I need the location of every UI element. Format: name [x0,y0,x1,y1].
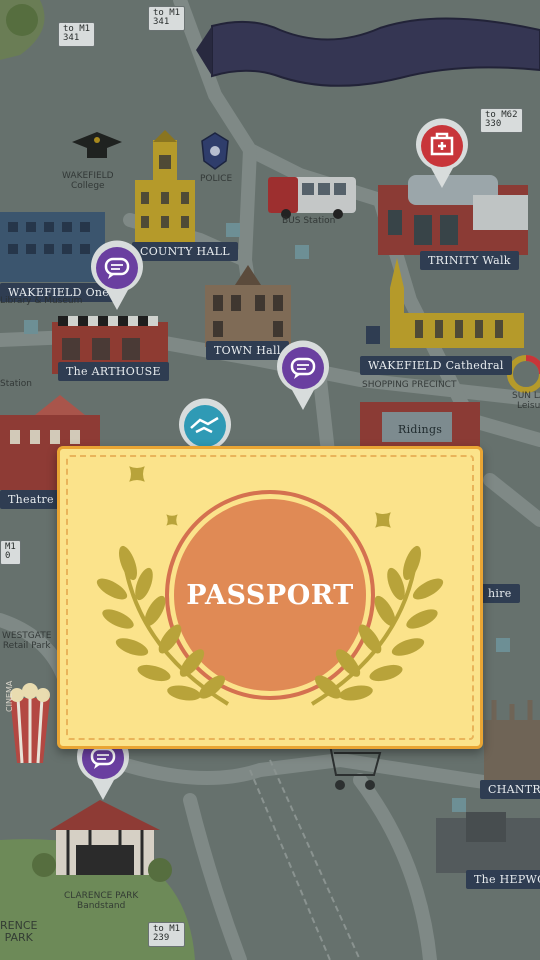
label-shire: hire [480,584,520,603]
caption-rence-park: RENCE PARK [0,919,38,945]
label-arthouse: The ARTHOUSE [58,362,169,381]
map-pin-chat-wakefield-one[interactable] [88,240,146,312]
caption-police: POLICE [200,174,233,184]
sparkle-icon [375,512,391,528]
caption-westgate: WESTGATE Retail Park [2,631,52,651]
label-trinity-walk: TRINITY Walk [420,251,519,270]
caption-station: Station [0,379,32,389]
label-theatre: Theatre [0,490,62,509]
caption-library-museum: Library & Museum [0,296,83,306]
caption-bandstand: CLARENCE PARK Bandstand [64,891,139,911]
label-cathedral: WAKEFIELD Cathedral [360,356,512,375]
caption-shopping: SHOPPING PRECINCT [362,380,457,390]
sign-m1-top: to M1 341 [148,6,186,31]
label-county-hall: COUNTY HALL [132,242,238,261]
label-chantry: CHANTRY [480,780,540,799]
sparkle-icon [166,514,178,526]
sign-m62: to M62 330 [480,108,523,133]
passport-title: PASSPORT [186,580,354,611]
caption-sun-lane: SUN LA Leisu [512,391,540,411]
map-pin-shop-trinity[interactable] [413,118,471,190]
sign-m1-left: to M1 341 [58,22,96,47]
sparkle-icon [129,466,145,482]
map-pin-chat-town-hall[interactable] [274,340,332,412]
label-ridings: Ridings [398,423,443,436]
passport-card[interactable]: PASSPORT [57,446,483,749]
caption-college: WAKEFIELD College [62,171,114,191]
sign-m1-mid: M1 0 [0,540,21,565]
caption-bus-station: BUS Station [282,216,336,226]
label-hepworth: The HEPWO [466,870,540,889]
sign-m1-bottom: to M1 239 [148,922,186,947]
caption-cinema: CINEMA [5,680,14,712]
